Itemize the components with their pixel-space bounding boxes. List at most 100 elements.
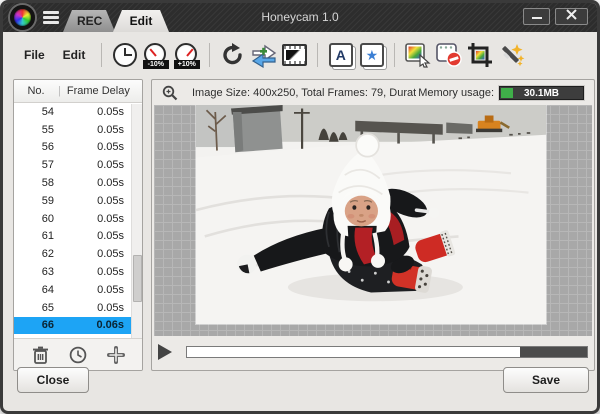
info-bar: Image Size: 400x250, Total Frames: 79, D…: [152, 80, 594, 105]
frame-no: 56: [14, 141, 54, 153]
frame-row[interactable]: 65 0.05s: [14, 299, 142, 317]
crop-button[interactable]: [465, 40, 494, 70]
memory-usage-value: 30.1MB: [500, 87, 583, 99]
speedometer-plus-icon: +10%: [175, 43, 199, 67]
memory-usage-bar: 30.1MB: [499, 86, 584, 100]
minimize-icon: [531, 10, 543, 20]
frame-delay: 0.05s: [54, 266, 142, 278]
close-button[interactable]: Close: [17, 367, 89, 393]
frame-list-panel: No. | Frame Delay 54 0.05s 55 0.05s 56 0…: [13, 79, 143, 371]
toolbar-separator: [394, 43, 395, 67]
effects-button[interactable]: [496, 40, 525, 70]
frame-row[interactable]: 57 0.05s: [14, 156, 142, 174]
set-delay-button[interactable]: [67, 344, 89, 366]
column-no: No.: [14, 85, 58, 97]
menu-edit[interactable]: Edit: [54, 44, 95, 66]
toolbar: File Edit -10% +10%: [3, 32, 597, 78]
resize-icon: [404, 42, 431, 68]
tab-rec[interactable]: REC: [63, 10, 115, 32]
seek-bar[interactable]: [186, 346, 588, 358]
star-sticker-icon: ★: [360, 43, 384, 67]
frame-delay: 0.05s: [54, 195, 142, 207]
speed-up-button[interactable]: +10%: [172, 40, 201, 70]
insert-text-button[interactable]: A: [326, 40, 355, 70]
frame-no: 57: [14, 159, 54, 171]
frame-list-scrollbar[interactable]: [131, 104, 142, 339]
menu-file[interactable]: File: [15, 44, 54, 66]
frame-no: 61: [14, 230, 54, 242]
crop-icon: [467, 42, 493, 68]
frame-list-body[interactable]: 54 0.05s 55 0.05s 56 0.05s 57 0.05s 58 0…: [14, 103, 142, 339]
frame-list-header: No. | Frame Delay: [14, 80, 142, 103]
frame-delay: 0.05s: [54, 106, 142, 118]
frame-no: 62: [14, 248, 54, 260]
player-progress-remaining: [520, 347, 587, 357]
frame-effect-button[interactable]: [280, 40, 309, 70]
add-frames-button[interactable]: [249, 40, 278, 70]
frame-delay: 0.05s: [54, 248, 142, 260]
header-divider: |: [58, 85, 61, 97]
frame-no: 54: [14, 106, 54, 118]
frame-no: 58: [14, 177, 54, 189]
close-window-button[interactable]: [555, 8, 588, 25]
insert-sticker-button[interactable]: ★: [357, 40, 386, 70]
reverse-frames-button[interactable]: [218, 40, 247, 70]
hamburger-menu-icon[interactable]: [43, 11, 59, 24]
frame-no: 64: [14, 284, 54, 296]
frame-no: 55: [14, 124, 54, 136]
app-logo-color-wheel-icon[interactable]: [10, 5, 35, 30]
player-controls: [158, 339, 588, 365]
frame-row[interactable]: 64 0.05s: [14, 281, 142, 299]
frame-row[interactable]: 59 0.05s: [14, 192, 142, 210]
scrollbar-thumb[interactable]: [133, 255, 142, 302]
minimize-button[interactable]: [523, 8, 550, 25]
column-frame-delay: Frame Delay: [67, 85, 130, 97]
filmstrip-gradient-icon: [282, 44, 307, 66]
close-icon: [566, 9, 577, 20]
speed-down-button[interactable]: -10%: [141, 40, 170, 70]
frame-list-footer: [14, 338, 142, 370]
titlebar: Honeycam 1.0 REC Edit: [3, 3, 597, 32]
frame-delay-button[interactable]: [110, 40, 139, 70]
honeycam-window: Honeycam 1.0 REC Edit File Edit -10% +10…: [0, 0, 600, 414]
resize-image-button[interactable]: [403, 40, 432, 70]
magic-wand-icon: [497, 42, 525, 68]
remove-frame-button[interactable]: [434, 40, 463, 70]
frame-no: 60: [14, 213, 54, 225]
frame-no: 63: [14, 266, 54, 278]
frame-row[interactable]: 54 0.05s: [14, 103, 142, 121]
frame-row[interactable]: 61 0.05s: [14, 228, 142, 246]
frame-row[interactable]: 60 0.05s: [14, 210, 142, 228]
frame-row[interactable]: 56 0.05s: [14, 139, 142, 157]
remove-frame-icon: [435, 42, 463, 68]
frame-delay: 0.06s: [54, 319, 142, 331]
frame-no: 65: [14, 302, 54, 314]
frame-delay: 0.05s: [54, 213, 142, 225]
play-button[interactable]: [158, 344, 172, 360]
save-button[interactable]: Save: [503, 367, 589, 393]
frame-row[interactable]: 62 0.05s: [14, 245, 142, 263]
frame-row[interactable]: 58 0.05s: [14, 174, 142, 192]
toolbar-separator: [209, 43, 210, 67]
frame-delay: 0.05s: [54, 159, 142, 171]
clock-small-icon: [69, 346, 87, 364]
add-frame-button[interactable]: [105, 344, 127, 366]
memory-usage-label: Memory usage:: [418, 87, 494, 99]
frame-row[interactable]: 66 0.06s: [14, 317, 142, 335]
preview-viewport[interactable]: [154, 105, 592, 336]
preview-image-snow-child: [196, 105, 546, 324]
text-icon: A: [329, 43, 353, 67]
frame-delay: 0.05s: [54, 302, 142, 314]
zoom-icon[interactable]: [162, 85, 178, 101]
frame-delay: 0.05s: [54, 141, 142, 153]
trash-icon: [32, 346, 49, 364]
delete-frame-button[interactable]: [30, 344, 52, 366]
frame-row[interactable]: 63 0.05s: [14, 263, 142, 281]
toolbar-separator: [317, 43, 318, 67]
tab-edit[interactable]: Edit: [113, 10, 169, 32]
speedometer-minus-icon: -10%: [144, 43, 168, 67]
frame-row[interactable]: 55 0.05s: [14, 121, 142, 139]
reverse-icon: [220, 42, 246, 68]
clock-icon: [113, 43, 137, 67]
add-frames-icon: [250, 42, 278, 68]
